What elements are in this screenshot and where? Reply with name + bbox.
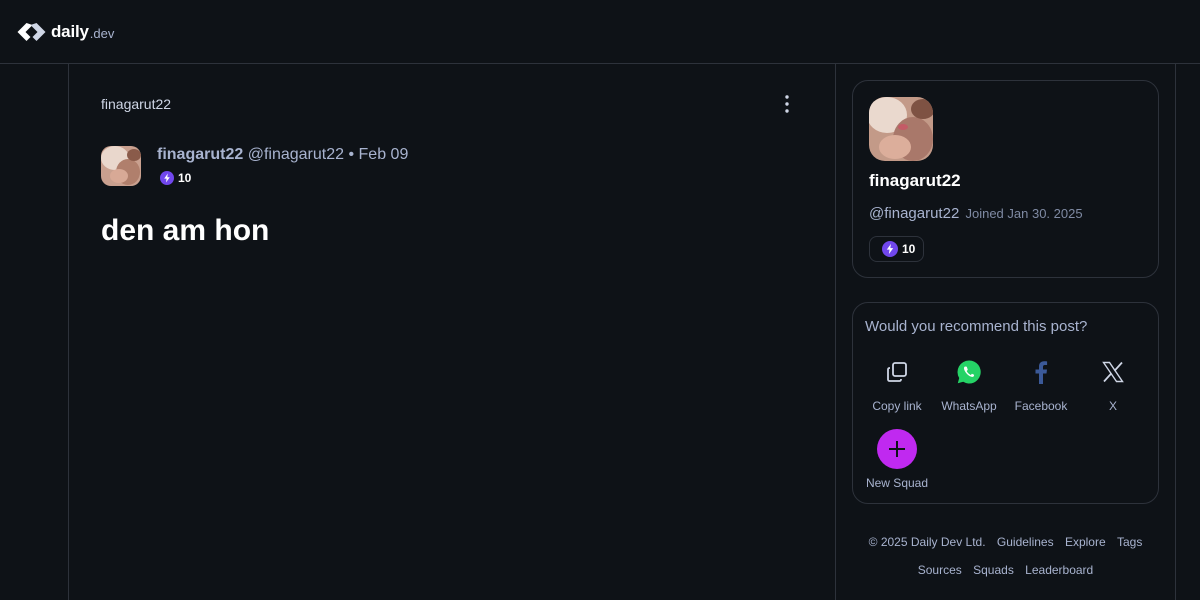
author-avatar[interactable] bbox=[101, 146, 141, 186]
post-options-button[interactable] bbox=[775, 92, 799, 116]
share-x-button[interactable]: X bbox=[1077, 353, 1149, 413]
post-column: finagarut22 finagarut22 @finagarut22 • F… bbox=[68, 64, 836, 600]
more-vertical-icon bbox=[785, 95, 789, 113]
share-label: Copy link bbox=[872, 399, 922, 413]
profile-handle-line: @finagarut22 Joined Jan 30. 2025 bbox=[869, 205, 1083, 222]
reputation-bolt-icon bbox=[882, 241, 898, 257]
logo-text: daily bbox=[51, 22, 89, 41]
share-label: New Squad bbox=[865, 476, 929, 490]
meta-separator: • bbox=[348, 146, 355, 163]
author-name[interactable]: finagarut22 bbox=[157, 146, 243, 163]
profile-name[interactable]: finagarut22 bbox=[869, 171, 961, 191]
author-reputation: 10 bbox=[160, 171, 191, 185]
footer-link-explore[interactable]: Explore bbox=[1065, 535, 1106, 549]
profile-handle: @finagarut22 bbox=[869, 205, 960, 222]
author-handle[interactable]: @finagarut22 bbox=[248, 146, 344, 163]
share-post-card: Would you recommend this post? Copy link… bbox=[852, 302, 1159, 504]
footer-link-leaderboard[interactable]: Leaderboard bbox=[1025, 563, 1093, 577]
copy-link-button[interactable]: Copy link bbox=[861, 353, 933, 413]
share-facebook-button[interactable]: Facebook bbox=[1005, 353, 1077, 413]
reputation-bolt-icon bbox=[160, 171, 174, 185]
facebook-icon bbox=[1022, 353, 1060, 391]
logo-tld: .dev bbox=[89, 26, 115, 41]
share-label: Facebook bbox=[1014, 399, 1068, 413]
copyright-text: © 2025 Daily Dev Ltd. bbox=[868, 535, 986, 549]
daily-dev-logo-icon bbox=[17, 23, 46, 41]
footer-link-tags[interactable]: Tags bbox=[1117, 535, 1142, 549]
author-profile-card: finagarut22 @finagarut22 Joined Jan 30. … bbox=[852, 80, 1159, 278]
user-avatar-image bbox=[101, 146, 141, 186]
post-title: den am hon bbox=[101, 214, 270, 247]
user-avatar-image bbox=[869, 97, 933, 161]
breadcrumb[interactable]: finagarut22 bbox=[101, 96, 171, 112]
plus-icon bbox=[877, 429, 917, 469]
reputation-value: 10 bbox=[902, 242, 916, 256]
x-icon bbox=[1094, 353, 1132, 391]
new-squad-button[interactable]: New Squad bbox=[861, 429, 933, 490]
share-whatsapp-button[interactable]: WhatsApp bbox=[933, 353, 1005, 413]
author-line: finagarut22 @finagarut22 • Feb 09 bbox=[157, 146, 408, 164]
sidebar-divider bbox=[1175, 64, 1176, 600]
share-label: X bbox=[1108, 399, 1117, 413]
copy-link-icon bbox=[878, 353, 916, 391]
profile-joined-date: Joined Jan 30. 2025 bbox=[965, 206, 1083, 221]
top-bar: daily .dev bbox=[0, 0, 1200, 64]
post-date: Feb 09 bbox=[358, 146, 409, 163]
sidebar-footer: © 2025 Daily Dev Ltd. Guidelines Explore… bbox=[852, 528, 1159, 584]
footer-link-guidelines[interactable]: Guidelines bbox=[997, 535, 1054, 549]
profile-avatar[interactable] bbox=[869, 97, 933, 161]
share-label: WhatsApp bbox=[941, 399, 997, 413]
footer-link-sources[interactable]: Sources bbox=[918, 563, 962, 577]
home-logo-link[interactable]: daily .dev bbox=[16, 21, 114, 43]
whatsapp-icon bbox=[950, 353, 988, 391]
share-title: Would you recommend this post? bbox=[865, 318, 1088, 335]
profile-reputation-badge[interactable]: 10 bbox=[869, 236, 925, 262]
footer-link-squads[interactable]: Squads bbox=[973, 563, 1014, 577]
reputation-value: 10 bbox=[178, 171, 192, 185]
